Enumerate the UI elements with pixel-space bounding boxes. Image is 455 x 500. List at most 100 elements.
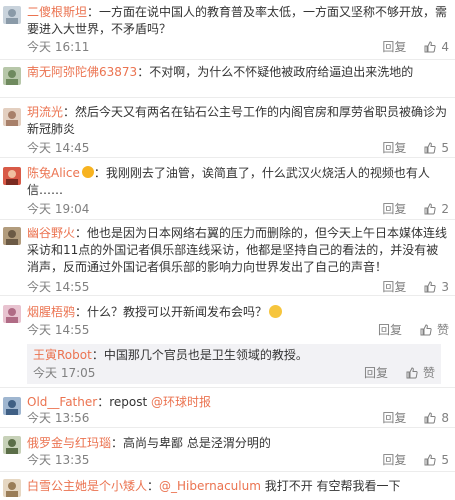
timestamp: 今天 14:45 (27, 141, 90, 155)
username[interactable]: 二傻根斯坦 (27, 5, 87, 19)
comment-meta: 今天 13:35 回复 5 (27, 452, 449, 468)
username[interactable]: 南无阿弥陀佛63873 (27, 65, 137, 79)
comment-actions: 回复 5 (382, 140, 449, 156)
comment-content: 不对啊，为什么不怀疑他被政府给逼迫出来洗地的 (149, 65, 414, 79)
comment-item: 玥流光：然后今天又有两名在钻石公主号工作的内阁官房和厚劳省职员被确诊为新冠肺炎 … (0, 98, 455, 158)
timestamp: 今天 17:05 (33, 366, 96, 380)
separator: ： (93, 166, 106, 180)
username[interactable]: 幽谷野火 (27, 226, 75, 240)
comment-meta: 今天 13:56 回复 8 (27, 410, 449, 426)
comment-content: 高尚与卑鄙 总是泾渭分明的 (123, 436, 271, 450)
comment-content: 我打不开 有空帮我看一下 (260, 479, 401, 493)
like-label: 赞 (422, 366, 435, 380)
separator: ： (75, 226, 88, 240)
like-count: 2 (441, 202, 449, 216)
reply-button[interactable]: 回复 (364, 365, 388, 381)
comment-actions: 回复 3 (382, 279, 449, 295)
sub-reply-content: 中国那几个官员也是卫生领域的教授。 (103, 348, 308, 362)
avatar[interactable] (3, 167, 21, 185)
comment-text: 玥流光：然后今天又有两名在钻石公主号工作的内阁官房和厚劳省职员被确诊为新冠肺炎 (27, 104, 449, 138)
timestamp: 今天 13:35 (27, 453, 90, 467)
like-button[interactable]: 5 (424, 452, 449, 468)
avatar[interactable] (3, 305, 21, 323)
thumbs-up-icon (424, 203, 436, 215)
like-button[interactable]: 赞 (420, 322, 449, 338)
comment-actions: 回复 2 (382, 201, 449, 217)
thumbs-up-icon (424, 454, 436, 466)
comment-meta: 今天 14:45 回复 5 (27, 140, 449, 156)
thumbs-up-icon (424, 142, 436, 154)
comment-text: 二傻根斯坦：一方面在说中国人的教育普及率太低，一方面又坚称不够开放，需要进入大世… (27, 4, 449, 38)
comment-meta: 今天 19:04 回复 2 (27, 201, 449, 217)
comment-text: Old__Father：repost @环球时报 (27, 394, 449, 411)
username[interactable]: 玥流光 (27, 105, 63, 119)
like-button[interactable]: 2 (424, 201, 449, 217)
comment-actions: 回复 5 (382, 452, 449, 468)
timestamp: 今天 13:56 (27, 411, 90, 425)
reply-button[interactable]: 回复 (382, 279, 406, 295)
username[interactable]: 陈兔Alice (27, 166, 80, 180)
like-count: 8 (441, 411, 449, 425)
smile-emoji-icon (269, 305, 283, 318)
comment-text: 烟腥梧鸦：什么？教授可以开新闻发布会吗？ (27, 304, 449, 321)
avatar[interactable] (3, 479, 21, 497)
mention-link[interactable]: @_Hibernaculum (159, 479, 261, 493)
username[interactable]: 烟腥梧鸦 (27, 305, 75, 319)
reply-button[interactable]: 回复 (378, 322, 402, 338)
username[interactable]: 白雪公主她是个小矮人 (27, 479, 147, 493)
reply-button[interactable]: 回复 (382, 140, 406, 156)
like-button[interactable]: 5 (424, 140, 449, 156)
timestamp: 今天 16:11 (27, 40, 90, 54)
thumbs-up-icon (424, 281, 436, 293)
sub-reply-text: 王寅Robot：中国那几个官员也是卫生领域的教授。 (33, 347, 435, 364)
sub-reply: 王寅Robot：中国那几个官员也是卫生领域的教授。 今天 17:05 回复 赞 (27, 344, 441, 384)
reply-button[interactable]: 回复 (382, 410, 406, 426)
comment-item: 烟腥梧鸦：什么？教授可以开新闻发布会吗？ 今天 14:55 回复 赞 王寅Rob… (0, 296, 455, 388)
avatar[interactable] (3, 227, 21, 245)
separator: ： (111, 436, 124, 450)
avatar[interactable] (3, 67, 21, 85)
separator: ： (147, 479, 160, 493)
like-button[interactable]: 4 (424, 39, 449, 55)
thumbs-up-icon (424, 41, 436, 53)
comment-meta: 今天 16:11 回复 4 (27, 39, 449, 55)
comment-actions: 回复 8 (382, 410, 449, 426)
reply-button[interactable]: 回复 (382, 39, 406, 55)
comment-actions: 回复 赞 (378, 322, 449, 338)
comment-feed: 二傻根斯坦：一方面在说中国人的教育普及率太低，一方面又坚称不够开放，需要进入大世… (0, 0, 455, 500)
username[interactable]: 俄罗金与红玛瑙 (27, 436, 111, 450)
comment-content: 什么？教授可以开新闻发布会吗？ (87, 305, 268, 319)
separator: ： (91, 348, 104, 362)
comment-actions: 回复 4 (382, 39, 449, 55)
avatar[interactable] (3, 6, 21, 24)
separator: ： (75, 305, 88, 319)
comment-content: 他也是因为日本网络右翼的压力而删除的，但今天上午日本媒体连线采访和11点的外国记… (27, 226, 448, 274)
like-button[interactable]: 3 (424, 279, 449, 295)
reply-button[interactable]: 回复 (382, 452, 406, 468)
vip-badge-icon (81, 166, 94, 178)
reply-button[interactable]: 回复 (382, 201, 406, 217)
like-button[interactable]: 赞 (406, 365, 435, 381)
separator: ： (137, 65, 150, 79)
comment-item: Old__Father：repost @环球时报 今天 13:56 回复 8 (0, 388, 455, 428)
like-button[interactable]: 8 (424, 410, 449, 426)
separator: ： (97, 395, 110, 409)
timestamp: 今天 19:04 (27, 202, 90, 216)
comment-item: 幽谷野火：他也是因为日本网络右翼的压力而删除的，但今天上午日本媒体连线采访和11… (0, 220, 455, 296)
thumbs-up-icon (420, 324, 432, 336)
avatar[interactable] (3, 436, 21, 454)
avatar[interactable] (3, 108, 21, 126)
thumbs-up-icon (406, 367, 418, 379)
username[interactable]: Old__Father (27, 395, 97, 409)
timestamp: 今天 14:55 (27, 323, 90, 337)
timestamp: 今天 14:55 (27, 280, 90, 294)
like-count: 5 (441, 453, 449, 467)
like-count: 5 (441, 141, 449, 155)
comment-item: 白雪公主她是个小矮人：@_Hibernaculum 我打不开 有空帮我看一下 (0, 472, 455, 500)
comment-text: 俄罗金与红玛瑙：高尚与卑鄙 总是泾渭分明的 (27, 435, 449, 452)
comment-content: 然后今天又有两名在钻石公主号工作的内阁官房和厚劳省职员被确诊为新冠肺炎 (27, 105, 448, 136)
avatar[interactable] (3, 397, 21, 415)
comment-meta: 今天 14:55 回复 赞 (27, 322, 449, 338)
mention-link[interactable]: @环球时报 (151, 395, 211, 409)
username[interactable]: 王寅Robot (33, 348, 92, 362)
